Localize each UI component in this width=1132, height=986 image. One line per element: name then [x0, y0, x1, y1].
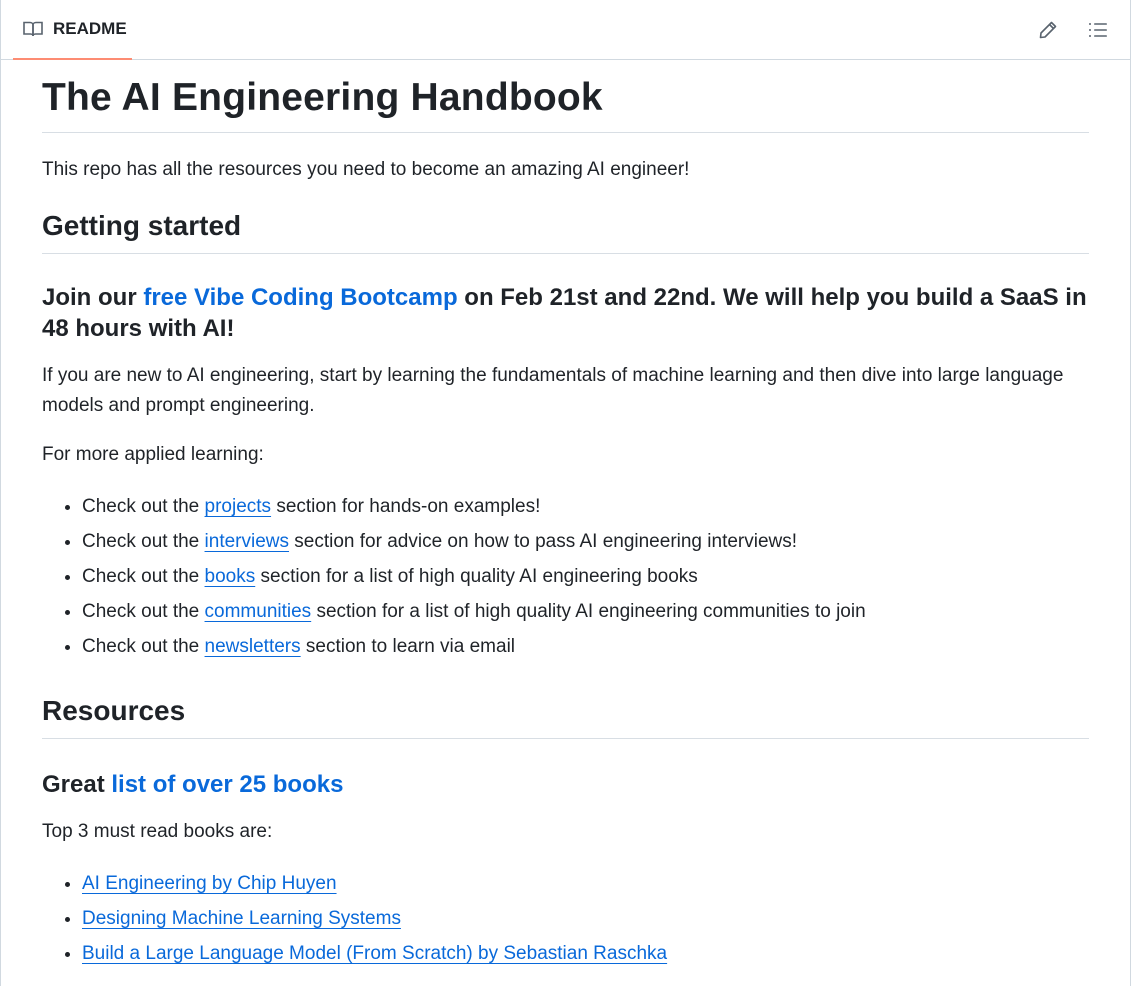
list-item-prefix: Check out the: [82, 496, 205, 517]
books-heading: Great list of over 25 books: [42, 769, 1089, 800]
list-item: Check out the interviews section for adv…: [82, 524, 1089, 559]
readme-content: The AI Engineering Handbook This repo ha…: [1, 60, 1130, 971]
list-item-prefix: Check out the: [82, 566, 205, 587]
tab-readme-label: README: [53, 19, 127, 38]
bootcamp-prefix: Join our: [42, 284, 144, 311]
list-item-suffix: section for a list of high quality AI en…: [311, 601, 866, 622]
communities-link[interactable]: communities: [205, 601, 312, 622]
book-link-ai-engineering[interactable]: AI Engineering by Chip Huyen: [82, 873, 337, 894]
getting-started-paragraph: If you are new to AI engineering, start …: [42, 365, 1064, 416]
list-item: Check out the projects section for hands…: [82, 489, 1089, 524]
books-heading-prefix: Great: [42, 771, 112, 798]
readme-tabbar: README: [1, 0, 1130, 60]
pencil-icon[interactable]: [1036, 18, 1060, 42]
heading-resources: Resources: [42, 693, 1089, 739]
list-icon[interactable]: [1086, 18, 1110, 42]
list-item: Check out the books section for a list o…: [82, 559, 1089, 594]
list-item: Designing Machine Learning Systems: [82, 901, 1089, 936]
readme-panel: README The AI Engineering Handbook This …: [0, 0, 1131, 986]
list-item-suffix: section for advice on how to pass AI eng…: [289, 531, 798, 552]
bootcamp-link[interactable]: free Vibe Coding Bootcamp: [143, 284, 457, 311]
intro-text: This repo has all the resources you need…: [42, 159, 690, 180]
book-link-build-llm[interactable]: Build a Large Language Model (From Scrat…: [82, 943, 667, 964]
list-item: AI Engineering by Chip Huyen: [82, 866, 1089, 901]
projects-link[interactable]: projects: [205, 496, 272, 517]
top3-label: Top 3 must read books are:: [42, 821, 273, 842]
book-link-designing-ml-systems[interactable]: Designing Machine Learning Systems: [82, 908, 401, 929]
list-item: Check out the newsletters section to lea…: [82, 629, 1089, 664]
list-item: Check out the communities section for a …: [82, 594, 1089, 629]
interviews-link[interactable]: interviews: [205, 531, 289, 552]
book-icon: [23, 20, 43, 38]
newsletters-link[interactable]: newsletters: [205, 636, 301, 657]
list-item-suffix: section to learn via email: [300, 636, 516, 657]
bootcamp-heading: Join our free Vibe Coding Bootcamp on Fe…: [42, 282, 1089, 344]
list-item-suffix: section for a list of high quality AI en…: [255, 566, 698, 587]
books-link[interactable]: books: [205, 566, 256, 587]
applied-learning-list: Check out the projects section for hands…: [42, 489, 1089, 664]
tab-readme[interactable]: README: [13, 0, 132, 60]
list-item-prefix: Check out the: [82, 531, 205, 552]
applied-learning-label: For more applied learning:: [42, 444, 264, 465]
list-item-suffix: section for hands-on examples!: [271, 496, 541, 517]
list-item-prefix: Check out the: [82, 601, 205, 622]
top-books-list: AI Engineering by Chip Huyen Designing M…: [42, 866, 1089, 971]
heading-getting-started: Getting started: [42, 208, 1089, 254]
list-item: Build a Large Language Model (From Scrat…: [82, 936, 1089, 971]
page-title: The AI Engineering Handbook: [42, 74, 1089, 133]
books-list-link[interactable]: list of over 25 books: [111, 771, 343, 798]
list-item-prefix: Check out the: [82, 636, 205, 657]
